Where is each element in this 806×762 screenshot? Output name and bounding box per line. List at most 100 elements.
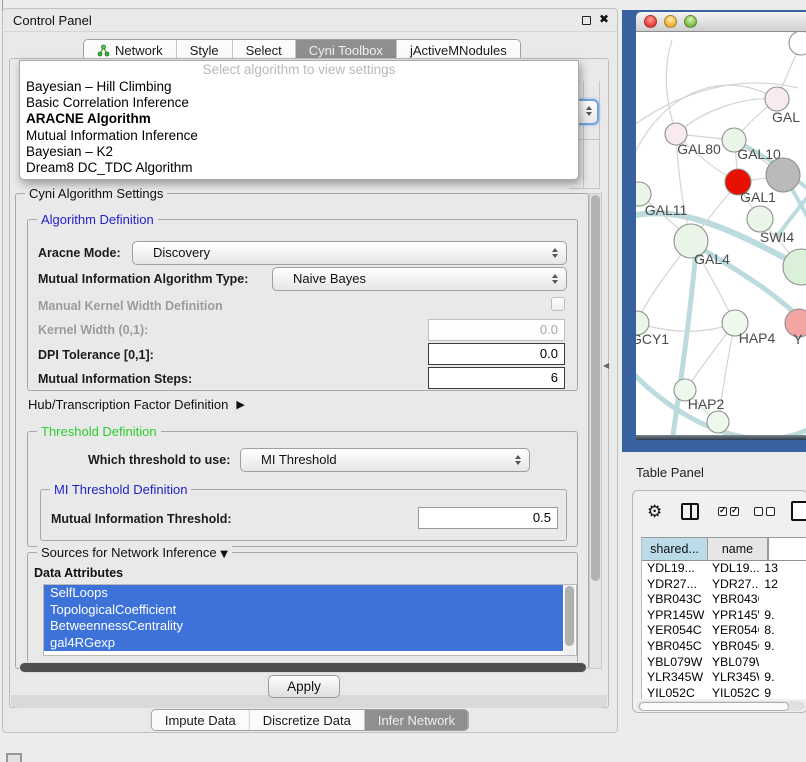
network-node-gal[interactable] [765,87,789,111]
control-panel-tab[interactable]: jActiveMNodules [397,40,520,60]
mi-steps-label: Mutual Information Steps: [38,372,192,386]
float-window-icon[interactable] [582,16,591,25]
data-attributes-label: Data Attributes [34,566,123,580]
control-panel-tab[interactable]: Select [233,40,296,60]
table-header-cell[interactable]: shared... [642,538,708,560]
attribute-item[interactable]: TopologicalCoefficient [44,602,563,619]
table-row[interactable]: YBR043C YBR043C [642,592,806,608]
which-threshold-label: Which threshold to use: [88,453,230,467]
which-threshold-value: MI Threshold [261,452,337,467]
expand-right-icon: ▶ [236,398,244,411]
kernel-width-field[interactable]: 0.0 [428,319,565,341]
table-row[interactable]: YBL079W YBL079W [642,655,806,671]
network-node-label: Y [793,331,803,347]
network-node[interactable] [789,32,806,55]
tab-label: Cyni Toolbox [309,43,383,58]
algorithm-definition-title: Algorithm Definition [37,212,158,227]
table-panel-title: Table Panel [636,465,704,480]
attributes-list-scrollbar[interactable] [564,585,575,655]
control-panel-tab[interactable]: Style [177,40,233,60]
table-horizontal-scrollbar[interactable] [637,701,805,711]
network-window-shadow [636,435,806,440]
tab-label: jActiveMNodules [410,43,507,58]
mi-steps-field[interactable]: 6 [428,367,565,389]
table-toolbar: ⚙ [633,491,806,537]
mi-threshold-definition-group: MI Threshold Definition Mutual Informati… [40,489,567,541]
combo-arrows-icon [586,106,592,116]
mi-threshold-field[interactable]: 0.5 [418,507,558,529]
network-node-label: GCY1 [636,331,669,347]
network-node-label: GAL11 [645,202,688,218]
dpi-tolerance-field[interactable]: 0.0 [428,343,565,365]
gear-icon[interactable]: ⚙ [647,502,662,522]
aracne-mode-label: Aracne Mode: [38,246,121,260]
deselect-all-rows-icon[interactable] [754,507,775,516]
dropdown-item[interactable]: ARACNE Algorithm [20,111,578,127]
network-canvas[interactable]: GALGAL80GAL10GAL1GAL11SWI4GAL4GCY1HAP4YH… [636,32,806,435]
network-node-label: GAL1 [740,189,776,205]
function-builder-icon[interactable] [791,501,806,521]
table-row[interactable]: YIL052C YIL052C 9 [642,686,806,699]
mi-threshold-definition-title: MI Threshold Definition [50,482,191,497]
settings-group-title: Cyni Algorithm Settings [25,186,167,201]
dropdown-item-list: Bayesian – Hill ClimbingBasic Correlatio… [20,79,578,176]
dpi-tolerance-label: DPI Tolerance [0,1]: [38,348,154,362]
apply-button[interactable]: Apply [268,675,340,698]
close-icon[interactable]: ✖ [599,12,609,26]
network-node[interactable] [707,411,729,433]
table-row[interactable]: YLR345W YLR345W 9. [642,670,806,686]
network-node[interactable] [766,158,800,192]
dropdown-item[interactable]: Bayesian – Hill Climbing [20,79,578,95]
show-columns-icon[interactable] [681,503,699,520]
network-graph: GALGAL80GAL10GAL1GAL11SWI4GAL4GCY1HAP4YH… [636,32,806,435]
table-row[interactable]: YER054C YER054C 8. [642,623,806,639]
combo-arrows-icon [515,455,521,465]
occluded-groupbox-edge [599,81,600,189]
table-row[interactable]: YBR045C YBR045C 9. [642,639,806,655]
settings-horizontal-scrollbar[interactable] [19,662,587,673]
minimized-panel-icon[interactable] [6,753,22,762]
settings-vertical-scrollbar[interactable] [589,193,602,669]
network-window-titlebar[interactable] [636,12,806,32]
hub-definition-toggle[interactable]: Hub/Transcription Factor Definition ▶ [28,397,245,412]
combo-arrows-icon [552,274,558,284]
network-node-label: SWI4 [760,229,794,245]
table-header-cell[interactable]: name [708,538,768,560]
threshold-definition-title: Threshold Definition [37,424,161,439]
network-node-label: HAP4 [739,330,776,346]
which-threshold-select[interactable]: MI Threshold [240,448,530,472]
app-root: Control Panel ✖ Network [0,0,806,762]
panel-collapse-icon[interactable]: ◀ [603,361,609,370]
table-header-cell[interactable] [768,538,769,560]
mi-type-label: Mutual Information Algorithm Type: [38,272,248,286]
aracne-mode-select[interactable]: Discovery [132,241,567,265]
control-panel-tab[interactable]: Cyni Toolbox [296,40,397,60]
zoom-traffic-light-icon[interactable] [684,15,697,28]
control-panel-titlebar: Control Panel ✖ [3,9,617,32]
cyni-mode-tab[interactable]: Impute Data [152,710,250,730]
table-row[interactable]: YDR27... YDR27... 12 [642,577,806,593]
table-row[interactable]: YPR145W YPR145W 9. [642,608,806,624]
attribute-item[interactable]: BetweennessCentrality [44,618,563,635]
collapse-down-icon[interactable]: ▼ [220,549,228,560]
occluded-groupbox-edge [569,188,599,189]
dropdown-item[interactable]: Basic Correlation Inference [20,95,578,111]
minimize-traffic-light-icon[interactable] [664,15,677,28]
algorithm-dropdown-popup: Select algorithm to view settings Bayesi… [19,60,579,180]
mi-type-select[interactable]: Naive Bayes [272,267,567,291]
select-all-rows-icon[interactable] [718,507,739,516]
cyni-mode-tab[interactable]: Infer Network [365,710,468,730]
cyni-bottom-tabs: Impute Data Discretize Data Infer Networ… [151,709,469,731]
network-node[interactable] [783,249,806,285]
dropdown-item[interactable]: Mutual Information Inference [20,128,578,144]
table-row[interactable]: YDL19... YDL19... 13 [642,561,806,577]
dropdown-item[interactable]: Bayesian – K2 [20,144,578,160]
attribute-item[interactable]: gal4RGexp [44,635,563,652]
close-traffic-light-icon[interactable] [644,15,657,28]
cyni-mode-tab[interactable]: Discretize Data [250,710,365,730]
attribute-item[interactable]: SelfLoops [44,585,563,602]
manual-kernel-checkbox[interactable] [551,297,565,311]
mi-threshold-label: Mutual Information Threshold: [51,512,232,526]
control-panel-tab[interactable]: Network [84,40,177,60]
dropdown-item[interactable]: Dream8 DC_TDC Algorithm [20,160,578,176]
